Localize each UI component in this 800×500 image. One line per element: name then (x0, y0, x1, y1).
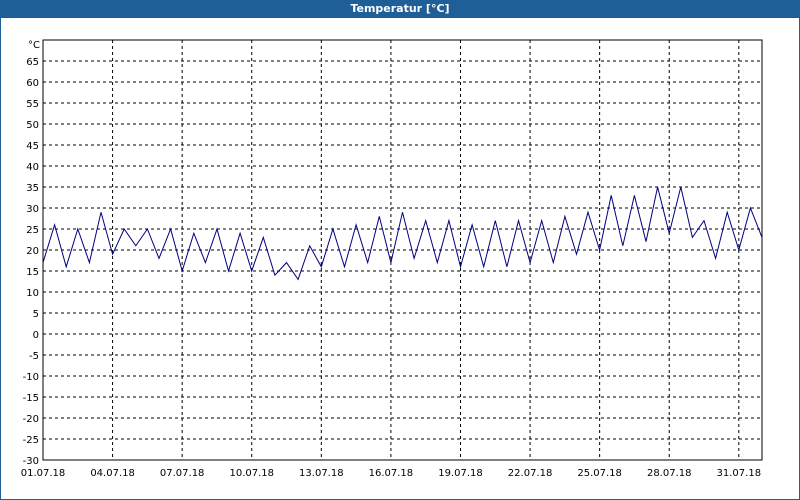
y-tick-label: 10 (26, 288, 39, 299)
y-tick-label: 30 (26, 204, 39, 215)
y-axis-ticks: -30 -25 -20 -15 -10 -5 0 5 10 15 20 25 30 35 40 45 50 55 6… (23, 57, 39, 467)
y-tick-label: 20 (26, 246, 39, 257)
y-tick-label: 50 (26, 120, 39, 131)
chart-window: Temperatur [°C] -30 -25 -20 -15 -10 -5 0 5 10 15 2… (0, 0, 800, 500)
x-tick-label: 25.07.18 (577, 468, 622, 479)
x-tick-label: 07.07.18 (160, 468, 205, 479)
x-tick-label: 10.07.18 (229, 468, 274, 479)
y-tick-label: 65 (26, 57, 39, 68)
grid (43, 40, 762, 460)
plot-frame (42, 39, 763, 461)
x-tick-label: 31.07.18 (717, 468, 762, 479)
y-tick-label: -5 (29, 351, 39, 362)
y-tick-label: 5 (33, 309, 39, 320)
y-tick-label: -10 (23, 372, 39, 383)
y-tick-label: -15 (23, 393, 39, 404)
x-tick-label: 16.07.18 (369, 468, 414, 479)
temperature-chart: -30 -25 -20 -15 -10 -5 0 5 10 15 20 25 30 35 40 45 50 55 6… (21, 39, 763, 479)
y-tick-label: 40 (26, 162, 39, 173)
y-tick-label: -30 (23, 456, 39, 467)
x-tick-label: 04.07.18 (90, 468, 135, 479)
y-tick-label: -25 (23, 435, 39, 446)
y-tick-label: 0 (33, 330, 39, 341)
x-tick-label: 13.07.18 (299, 468, 344, 479)
y-tick-label: -20 (23, 414, 39, 425)
y-axis-unit-label: °C (28, 40, 40, 51)
y-tick-label: 15 (26, 267, 39, 278)
y-tick-label: 55 (26, 99, 39, 110)
y-tick-label: 60 (26, 78, 39, 89)
x-tick-label: 01.07.18 (21, 468, 66, 479)
x-tick-label: 19.07.18 (438, 468, 483, 479)
y-tick-label: 35 (26, 183, 39, 194)
y-tick-label: 45 (26, 141, 39, 152)
x-tick-label: 28.07.18 (647, 468, 692, 479)
temperature-series-line (42, 186, 763, 281)
y-tick-label: 25 (26, 225, 39, 236)
x-tick-label: 22.07.18 (508, 468, 553, 479)
x-axis-ticks: 01.07.18 04.07.18 07.07.18 10.07.18 13.07.18… (21, 468, 761, 479)
